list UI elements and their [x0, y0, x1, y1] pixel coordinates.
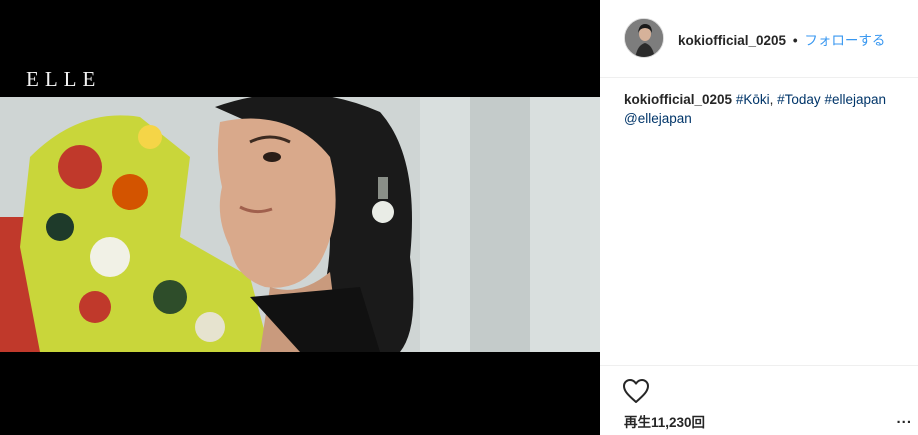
header-separator: • — [792, 33, 798, 48]
avatar[interactable] — [624, 18, 664, 58]
mention-ellejapan[interactable]: @ellejapan — [624, 111, 692, 126]
video-player[interactable]: ELLE — [0, 0, 600, 435]
view-count: 再生11,230回 — [624, 415, 706, 430]
video-still-image — [0, 97, 600, 352]
caption-comma: , — [769, 92, 774, 107]
header-line: kokiofficial_0205 • フォローする — [678, 29, 885, 49]
more-options-icon[interactable]: ... — [896, 410, 912, 427]
video-frame[interactable] — [0, 97, 600, 352]
hashtag-koki[interactable]: #Kōki — [736, 92, 770, 107]
post-actions: 再生11,230回 ... — [600, 365, 918, 435]
elle-watermark: ELLE — [26, 67, 102, 91]
caption-username[interactable]: kokiofficial_0205 — [624, 92, 732, 107]
post-header: kokiofficial_0205 • フォローする — [600, 0, 918, 78]
follow-button[interactable]: フォローする — [804, 33, 885, 48]
header-username[interactable]: kokiofficial_0205 — [678, 33, 786, 48]
heart-outline-icon — [623, 379, 649, 403]
post-panel: kokiofficial_0205 • フォローする kokiofficial_… — [600, 0, 918, 435]
like-button[interactable] — [622, 378, 650, 404]
hashtag-today[interactable]: #Today — [777, 92, 821, 107]
post-caption: kokiofficial_0205 #Kōki, #Today #ellejap… — [624, 90, 914, 128]
avatar-image — [625, 19, 663, 57]
hashtag-ellejapan[interactable]: #ellejapan — [824, 92, 886, 107]
